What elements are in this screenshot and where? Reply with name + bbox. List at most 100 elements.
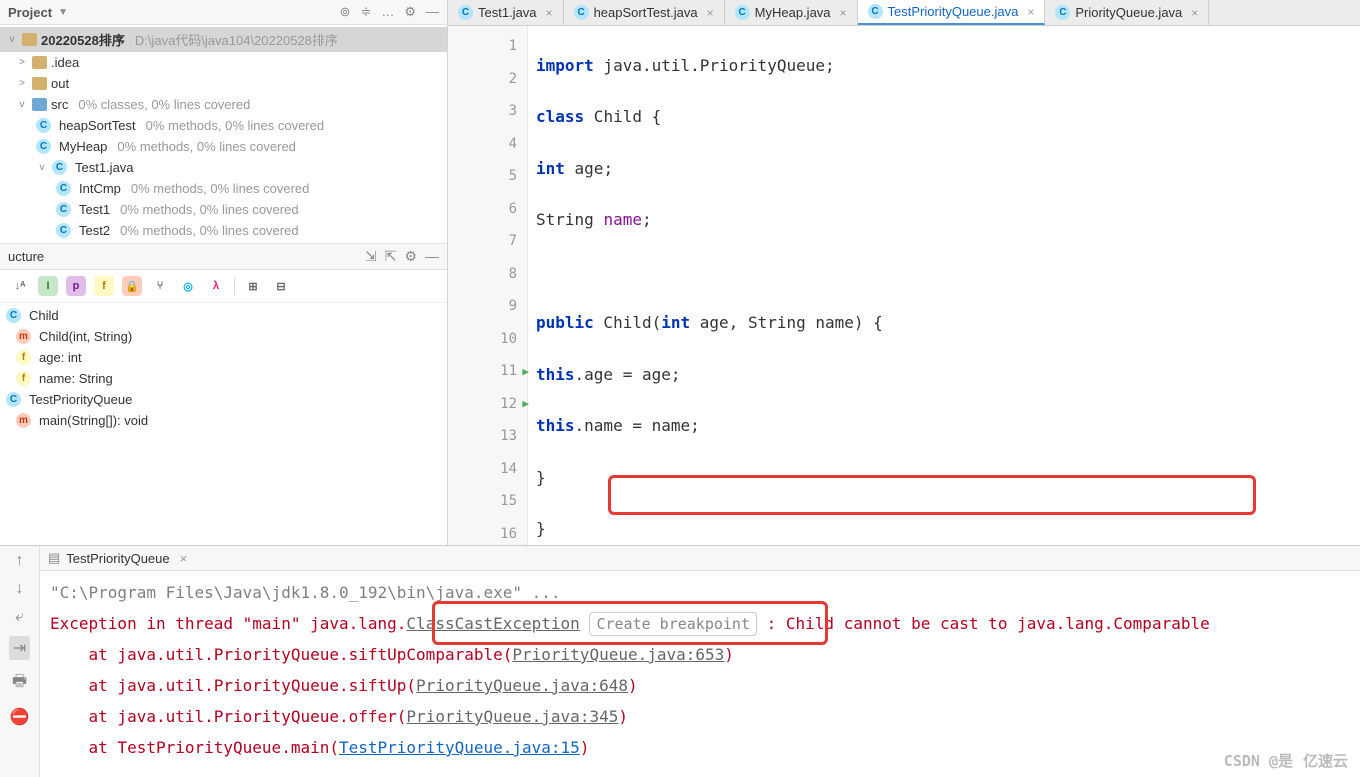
project-root[interactable]: v 20220528排序 D:\java代码\java104\20220528排… bbox=[0, 27, 447, 52]
down-icon[interactable]: ↓ bbox=[16, 580, 24, 598]
gutter: 123 456 789 10 11▶ 12▶ 13141516 bbox=[448, 26, 528, 545]
tree-item[interactable]: >out bbox=[0, 73, 447, 94]
console-output[interactable]: "C:\Program Files\Java\jdk1.8.0_192\bin\… bbox=[40, 571, 1360, 777]
gear-icon[interactable]: ⚙ bbox=[404, 248, 417, 265]
tab[interactable]: CMyHeap.java× bbox=[725, 0, 858, 25]
project-root-label: 20220528排序 bbox=[41, 30, 125, 49]
tab[interactable]: CPriorityQueue.java× bbox=[1045, 0, 1209, 25]
editor-body[interactable]: 123 456 789 10 11▶ 12▶ 13141516 import j… bbox=[448, 26, 1360, 545]
editor-panel: CTest1.java× CheapSortTest.java× CMyHeap… bbox=[448, 0, 1360, 545]
collapse-icon[interactable]: … bbox=[381, 4, 394, 20]
class-icon: C bbox=[574, 5, 589, 20]
collapse-tree-icon[interactable]: ⊟ bbox=[271, 276, 291, 296]
stack-link[interactable]: PriorityQueue.java:345 bbox=[406, 707, 618, 726]
stack-link[interactable]: TestPriorityQueue.java:15 bbox=[339, 738, 580, 757]
exception-link[interactable]: ClassCastException bbox=[406, 614, 579, 633]
close-icon[interactable]: × bbox=[1191, 6, 1198, 20]
close-icon[interactable]: × bbox=[546, 6, 553, 20]
structure-toolbar: ↓ᴬ I p f 🔒 ⑂ ◎ λ ⊞ ⊟ bbox=[0, 270, 447, 303]
gear-icon[interactable]: ⚙ bbox=[404, 4, 416, 20]
structure-item[interactable]: CChild bbox=[0, 305, 447, 326]
run-panel: ↑ ↓ ⤶ ⇥ 🖶 ⛔ ▤ TestPriorityQueue × "C:\Pr… bbox=[0, 545, 1360, 777]
project-path: D:\java代码\java104\20220528排序 bbox=[135, 30, 338, 49]
left-panel: Project ▼ ⊚ ≑ … ⚙ — v 20220528排序 D:\java… bbox=[0, 0, 448, 545]
code-area[interactable]: import java.util.PriorityQueue; class Ch… bbox=[528, 26, 1360, 545]
tree-item[interactable]: vCTest1.java bbox=[0, 157, 447, 178]
watermark: CSDN @是亿速云 bbox=[1224, 750, 1348, 771]
clear-icon[interactable]: ⛔ bbox=[10, 707, 30, 727]
project-header: Project ▼ ⊚ ≑ … ⚙ — bbox=[0, 0, 447, 25]
folder-icon bbox=[22, 33, 37, 46]
wrap-icon[interactable]: ⤶ bbox=[15, 608, 24, 626]
project-tree: v 20220528排序 D:\java代码\java104\20220528排… bbox=[0, 25, 447, 243]
stack-link[interactable]: PriorityQueue.java:648 bbox=[416, 676, 628, 695]
run-gutter: ↑ ↓ ⤶ ⇥ 🖶 ⛔ bbox=[0, 546, 40, 777]
expand-icon[interactable]: ⇲ bbox=[365, 248, 377, 265]
class-icon: C bbox=[56, 202, 71, 217]
interface-filter-icon[interactable]: I bbox=[38, 276, 58, 296]
tree-item[interactable]: vsrc0% classes, 0% lines covered bbox=[0, 94, 447, 115]
close-icon[interactable]: × bbox=[1027, 5, 1034, 19]
close-icon[interactable]: × bbox=[707, 6, 714, 20]
tab-active[interactable]: CTestPriorityQueue.java× bbox=[858, 0, 1046, 25]
class-icon: C bbox=[56, 181, 71, 196]
tree-item[interactable]: CTest20% methods, 0% lines covered bbox=[0, 220, 447, 241]
target-icon[interactable]: ◎ bbox=[178, 276, 198, 296]
print-icon[interactable]: 🖶 bbox=[12, 670, 27, 697]
tab[interactable]: CTest1.java× bbox=[448, 0, 564, 25]
structure-item[interactable]: fname: String bbox=[0, 368, 447, 389]
create-breakpoint-button[interactable]: Create breakpoint bbox=[589, 612, 757, 636]
tree-item[interactable]: CTest10% methods, 0% lines covered bbox=[0, 199, 447, 220]
structure-item[interactable]: mChild(int, String) bbox=[0, 326, 447, 347]
collapse-icon[interactable]: ⇱ bbox=[385, 248, 397, 265]
structure-item[interactable]: mmain(String[]): void bbox=[0, 410, 447, 431]
close-icon[interactable]: × bbox=[180, 551, 188, 566]
class-icon: C bbox=[52, 160, 67, 175]
structure-item[interactable]: fage: int bbox=[0, 347, 447, 368]
expand-tree-icon[interactable]: ⊞ bbox=[243, 276, 263, 296]
run-tab-label[interactable]: TestPriorityQueue bbox=[66, 551, 169, 566]
select-opened-icon[interactable]: ⊚ bbox=[340, 4, 351, 20]
fork-icon[interactable]: ⑂ bbox=[150, 276, 170, 296]
sort-az-icon[interactable]: ↓ᴬ bbox=[10, 276, 30, 296]
editor-tabs: CTest1.java× CheapSortTest.java× CMyHeap… bbox=[448, 0, 1360, 26]
lambda-icon[interactable]: λ bbox=[206, 276, 226, 296]
console-line: at java.util.PriorityQueue.siftUpCompara… bbox=[50, 639, 1350, 670]
class-icon: C bbox=[56, 223, 71, 238]
class-icon: C bbox=[36, 139, 51, 154]
tree-item[interactable]: >.idea bbox=[0, 52, 447, 73]
property-filter-icon[interactable]: p bbox=[66, 276, 86, 296]
class-icon: C bbox=[6, 308, 21, 323]
hide-icon[interactable]: — bbox=[425, 248, 439, 265]
class-icon: C bbox=[868, 4, 883, 19]
hide-icon[interactable]: — bbox=[426, 4, 439, 20]
structure-header: ucture ⇲ ⇱ ⚙ — bbox=[0, 243, 447, 270]
scroll-icon[interactable]: ⇥ bbox=[9, 636, 30, 660]
src-folder-icon bbox=[32, 98, 47, 111]
lock-icon[interactable]: 🔒 bbox=[122, 276, 142, 296]
field-icon: f bbox=[16, 350, 31, 365]
stack-link[interactable]: PriorityQueue.java:653 bbox=[512, 645, 724, 664]
console-line: Exception in thread "main" java.lang.Cla… bbox=[50, 608, 1350, 639]
console-line: at TestPriorityQueue.main(TestPriorityQu… bbox=[50, 732, 1350, 763]
tree-item[interactable]: CIntCmp0% methods, 0% lines covered bbox=[0, 178, 447, 199]
structure-label: ucture bbox=[8, 249, 44, 264]
up-icon[interactable]: ↑ bbox=[16, 552, 24, 570]
close-icon[interactable]: × bbox=[840, 6, 847, 20]
console-line: "C:\Program Files\Java\jdk1.8.0_192\bin\… bbox=[50, 577, 1350, 608]
console-line: at java.util.PriorityQueue.offer(Priorit… bbox=[50, 701, 1350, 732]
chevron-down-icon[interactable]: ▼ bbox=[58, 7, 68, 18]
tab[interactable]: CheapSortTest.java× bbox=[564, 0, 725, 25]
class-icon: C bbox=[458, 5, 473, 20]
tree-item[interactable]: CheapSortTest0% methods, 0% lines covere… bbox=[0, 115, 447, 136]
project-label: Project bbox=[8, 5, 52, 20]
field-filter-icon[interactable]: f bbox=[94, 276, 114, 296]
structure-item[interactable]: CTestPriorityQueue bbox=[0, 389, 447, 410]
tree-item[interactable]: CMyHeap0% methods, 0% lines covered bbox=[0, 136, 447, 157]
expand-all-icon[interactable]: ≑ bbox=[360, 4, 371, 20]
run-indicator-icon: ▤ bbox=[48, 550, 60, 566]
method-icon: m bbox=[16, 413, 31, 428]
class-icon: C bbox=[36, 118, 51, 133]
class-icon: C bbox=[735, 5, 750, 20]
folder-icon bbox=[32, 77, 47, 90]
